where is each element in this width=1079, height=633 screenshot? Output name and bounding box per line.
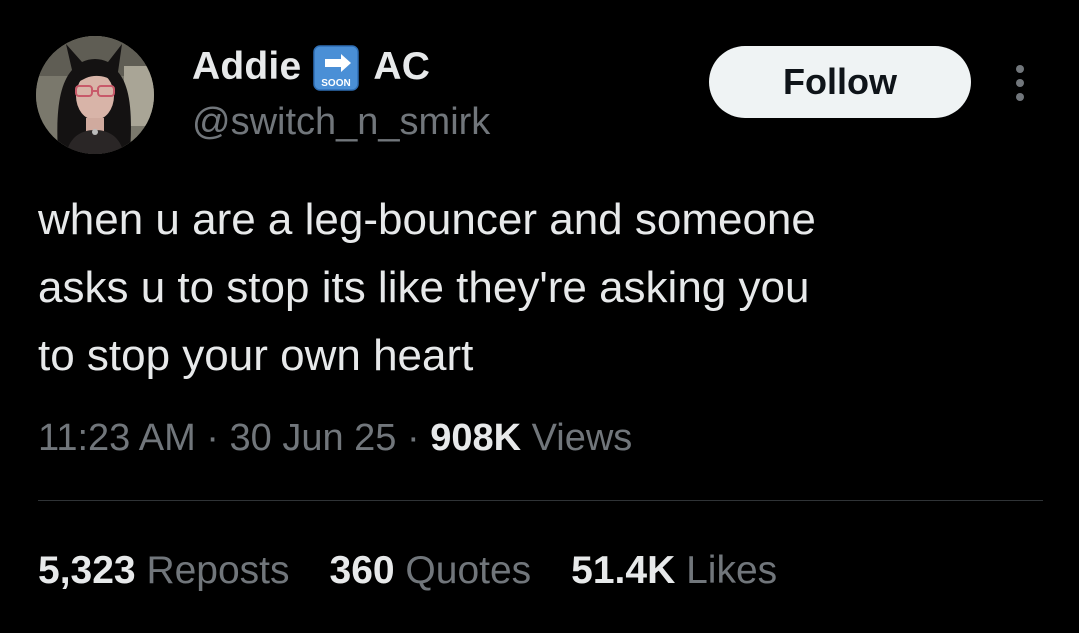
tweet-meta: 11:23 AM · 30 Jun 25 · 908K Views — [38, 412, 632, 464]
follow-button[interactable]: Follow — [709, 46, 971, 118]
tweet-text: when u are a leg-bouncer and someone ask… — [38, 195, 816, 380]
quotes-label: Quotes — [394, 549, 532, 592]
meta-separator: · — [195, 417, 230, 459]
tweet-date[interactable]: 30 Jun 25 — [230, 417, 397, 459]
avatar-image — [36, 36, 154, 154]
more-dot — [1016, 65, 1024, 73]
divider — [38, 500, 1043, 501]
more-dots-icon[interactable] — [1004, 60, 1036, 106]
soon-arrow-icon: SOON — [313, 45, 360, 91]
likes-count: 51.4K — [571, 549, 676, 592]
likes-stat[interactable]: 51.4K Likes — [571, 545, 777, 597]
reposts-stat[interactable]: 5,323 Reposts — [38, 545, 290, 597]
views-count: 908K — [430, 417, 522, 459]
quotes-stat[interactable]: 360 Quotes — [330, 545, 532, 597]
display-name-first: Addie — [192, 45, 302, 88]
views-label: Views — [521, 417, 633, 459]
display-name-row[interactable]: Addie SOON AC — [192, 43, 430, 91]
reposts-count: 5,323 — [38, 549, 136, 592]
user-handle[interactable]: @switch_n_smirk — [192, 98, 490, 146]
likes-label: Likes — [675, 549, 778, 592]
tweet-card: Addie SOON AC @switch_n_smirk Follow whe… — [0, 0, 1079, 633]
reposts-label: Reposts — [135, 549, 290, 592]
svg-text:SOON: SOON — [322, 78, 351, 89]
more-dot — [1016, 93, 1024, 101]
more-dot — [1016, 79, 1024, 87]
meta-separator: · — [396, 417, 431, 459]
tweet-time[interactable]: 11:23 AM — [38, 417, 196, 459]
display-name-last: AC — [373, 45, 431, 88]
quotes-count: 360 — [329, 549, 395, 592]
avatar[interactable] — [36, 36, 154, 154]
engagement-stats: 5,323 Reposts 360 Quotes 51.4K Likes — [38, 545, 817, 597]
